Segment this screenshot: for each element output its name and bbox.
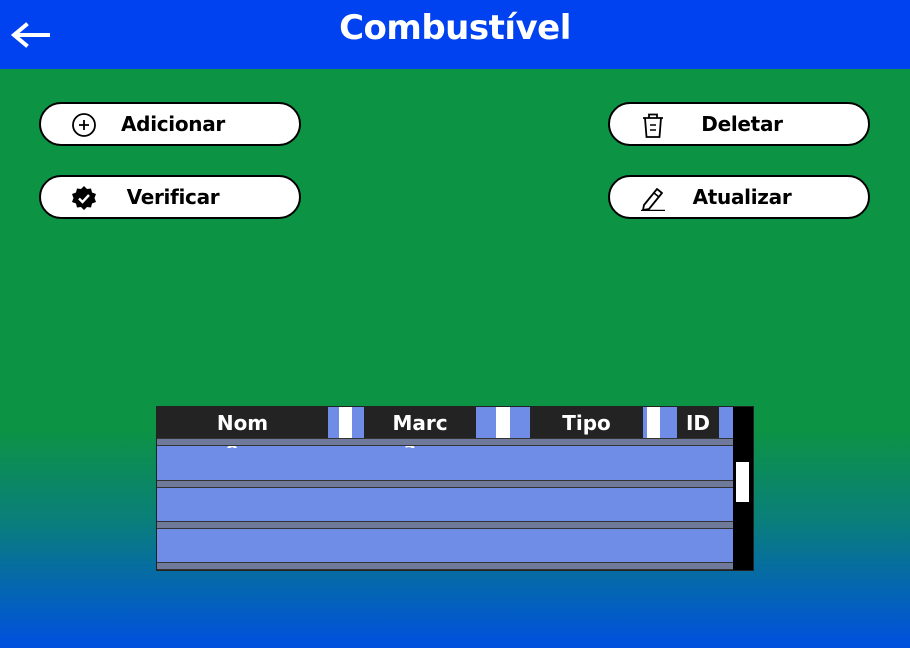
add-button[interactable]: Adicionar [39,102,301,146]
page-title: Combustível [339,8,571,48]
column-header-tipo[interactable]: Tipo [530,407,643,438]
verify-button-label: Verificar [126,185,220,209]
update-button-label: Atualizar [692,185,792,209]
table-header: Nom Marc Tipo ID [157,407,733,438]
add-button-label: Adicionar [121,112,225,136]
column-header-nome[interactable]: Nom [157,407,328,438]
verify-button[interactable]: Verificar [39,175,301,219]
update-button[interactable]: Atualizar [608,175,870,219]
row-divider [157,438,733,446]
column-resizer[interactable] [643,407,677,438]
table-row[interactable] [157,530,733,563]
row-divider [157,562,733,570]
table-row[interactable] [157,448,733,481]
delete-button[interactable]: Deletar [608,102,870,146]
column-resizer[interactable] [476,407,530,438]
delete-button-label: Deletar [701,112,783,136]
table-row[interactable] [157,489,733,522]
column-header-marca[interactable]: Marc [364,407,476,438]
row-divider [157,480,733,488]
app-header: Combustível [0,0,910,69]
scrollbar-thumb[interactable] [736,462,749,502]
vertical-scrollbar[interactable] [733,407,753,570]
row-divider [157,521,733,529]
column-header-id[interactable]: ID [677,407,719,438]
data-table[interactable]: Nom Marc Tipo ID e a [156,406,754,571]
column-resizer[interactable] [328,407,364,438]
